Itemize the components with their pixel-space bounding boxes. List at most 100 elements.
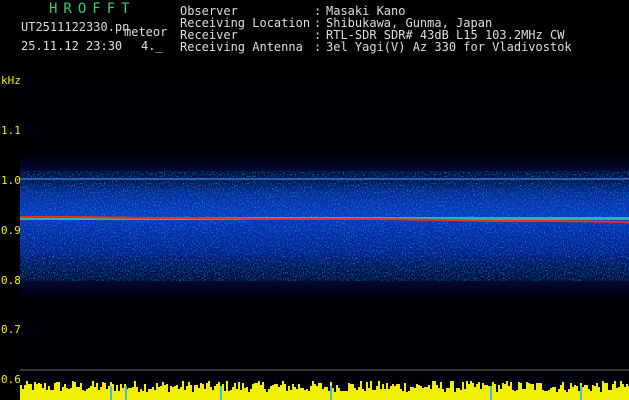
- amplitude-bar: [152, 387, 154, 400]
- amplitude-bar: [120, 384, 122, 400]
- amplitude-bar: [216, 384, 218, 400]
- amplitude-bar: [358, 387, 360, 400]
- amplitude-bar: [498, 385, 500, 400]
- amplitude-bar: [146, 392, 148, 400]
- amplitude-bar: [140, 389, 142, 400]
- amplitude-spike: [220, 386, 222, 400]
- amplitude-bar: [94, 387, 96, 400]
- amplitude-bar: [166, 384, 168, 400]
- amplitude-bar: [496, 392, 498, 400]
- amplitude-bar: [474, 387, 476, 400]
- amplitude-bar: [60, 391, 62, 400]
- amplitude-bar: [332, 388, 334, 400]
- amplitude-spike: [490, 386, 492, 400]
- amplitude-bar: [258, 381, 260, 400]
- amplitude-bar: [280, 385, 282, 400]
- amplitude-bar: [508, 386, 510, 400]
- amplitude-bar: [300, 388, 302, 400]
- amplitude-bar: [456, 388, 458, 400]
- amplitude-bar: [424, 387, 426, 400]
- amplitude-bar: [64, 384, 66, 400]
- y-tick-label: 0.7: [1, 323, 21, 336]
- amplitude-bar: [398, 384, 400, 400]
- amplitude-bar: [158, 387, 160, 400]
- amplitude-bar: [586, 385, 588, 400]
- amplitude-bar: [44, 383, 46, 400]
- amplitude-bar: [98, 390, 100, 400]
- amplitude-bar: [178, 389, 180, 400]
- amplitude-bar: [40, 384, 42, 400]
- amplitude-bar: [196, 385, 198, 400]
- amplitude-bar: [242, 383, 244, 400]
- amplitude-bar: [26, 381, 28, 400]
- amplitude-bar: [554, 387, 556, 400]
- amplitude-bar: [524, 389, 526, 400]
- amplitude-bar: [204, 389, 206, 400]
- amplitude-bar: [254, 383, 256, 400]
- amplitude-bar: [72, 381, 74, 400]
- noise-speckle: [20, 171, 629, 281]
- y-tick-label: 0.8: [1, 274, 21, 287]
- amplitude-bar: [322, 389, 324, 400]
- amplitude-bar: [192, 392, 194, 400]
- amplitude-bar: [340, 391, 342, 400]
- amplitude-bar: [210, 387, 212, 400]
- amplitude-bar: [582, 387, 584, 400]
- amplitude-bar: [612, 384, 614, 400]
- amplitude-bar: [282, 381, 284, 400]
- amplitude-bar: [404, 383, 406, 400]
- amplitude-bar: [400, 389, 402, 400]
- amplitude-bar: [532, 384, 534, 400]
- amplitude-bar: [218, 382, 220, 400]
- amplitude-bar: [42, 388, 44, 400]
- amplitude-bar: [90, 386, 92, 400]
- y-tick-label: 1.1: [1, 124, 21, 137]
- amplitude-bar: [24, 385, 26, 400]
- amplitude-bar: [344, 391, 346, 400]
- amplitude-bar: [132, 387, 134, 400]
- amplitude-bar: [410, 387, 412, 400]
- amplitude-bar: [562, 382, 564, 400]
- amplitude-bar: [608, 390, 610, 400]
- amplitude-bar: [106, 389, 108, 400]
- amplitude-bar: [342, 391, 344, 400]
- amplitude-bar: [224, 391, 226, 400]
- amplitude-bar: [336, 385, 338, 400]
- amplitude-bar: [246, 387, 248, 400]
- amplitude-bar: [436, 385, 438, 400]
- amplitude-bar: [278, 387, 280, 400]
- amplitude-bar: [54, 383, 56, 400]
- amplitude-bar: [74, 382, 76, 400]
- amplitude-bar: [512, 390, 514, 400]
- amplitude-bar: [594, 386, 596, 400]
- amplitude-bar: [62, 387, 64, 400]
- amplitude-bar: [422, 388, 424, 400]
- amplitude-bar: [366, 382, 368, 400]
- amplitude-bar: [248, 392, 250, 400]
- amplitude-bar: [238, 382, 240, 400]
- amplitude-bar: [266, 392, 268, 400]
- amplitude-bar: [540, 383, 542, 400]
- amplitude-bar: [396, 384, 398, 400]
- amplitude-bar: [96, 383, 98, 400]
- amplitude-bar: [576, 386, 578, 400]
- amplitude-bar: [472, 383, 474, 400]
- amplitude-bar: [68, 389, 70, 400]
- amplitude-bar: [406, 392, 408, 400]
- amplitude-bar: [528, 383, 530, 400]
- amplitude-bar: [584, 385, 586, 400]
- amplitude-bar: [118, 391, 120, 400]
- amplitude-bar: [314, 384, 316, 400]
- info-colon: :: [314, 40, 322, 54]
- amplitude-bar: [50, 390, 52, 400]
- y-tick-label: 0.6: [1, 373, 21, 386]
- amplitude-bar: [112, 384, 114, 400]
- amplitude-bar: [182, 381, 184, 400]
- amplitude-bar: [164, 385, 166, 400]
- amplitude-bar: [514, 391, 516, 400]
- amplitude-bar: [100, 387, 102, 400]
- amplitude-bar: [138, 392, 140, 400]
- amplitude-bar: [380, 389, 382, 400]
- amplitude-bar: [232, 387, 234, 400]
- amplitude-bar: [188, 382, 190, 400]
